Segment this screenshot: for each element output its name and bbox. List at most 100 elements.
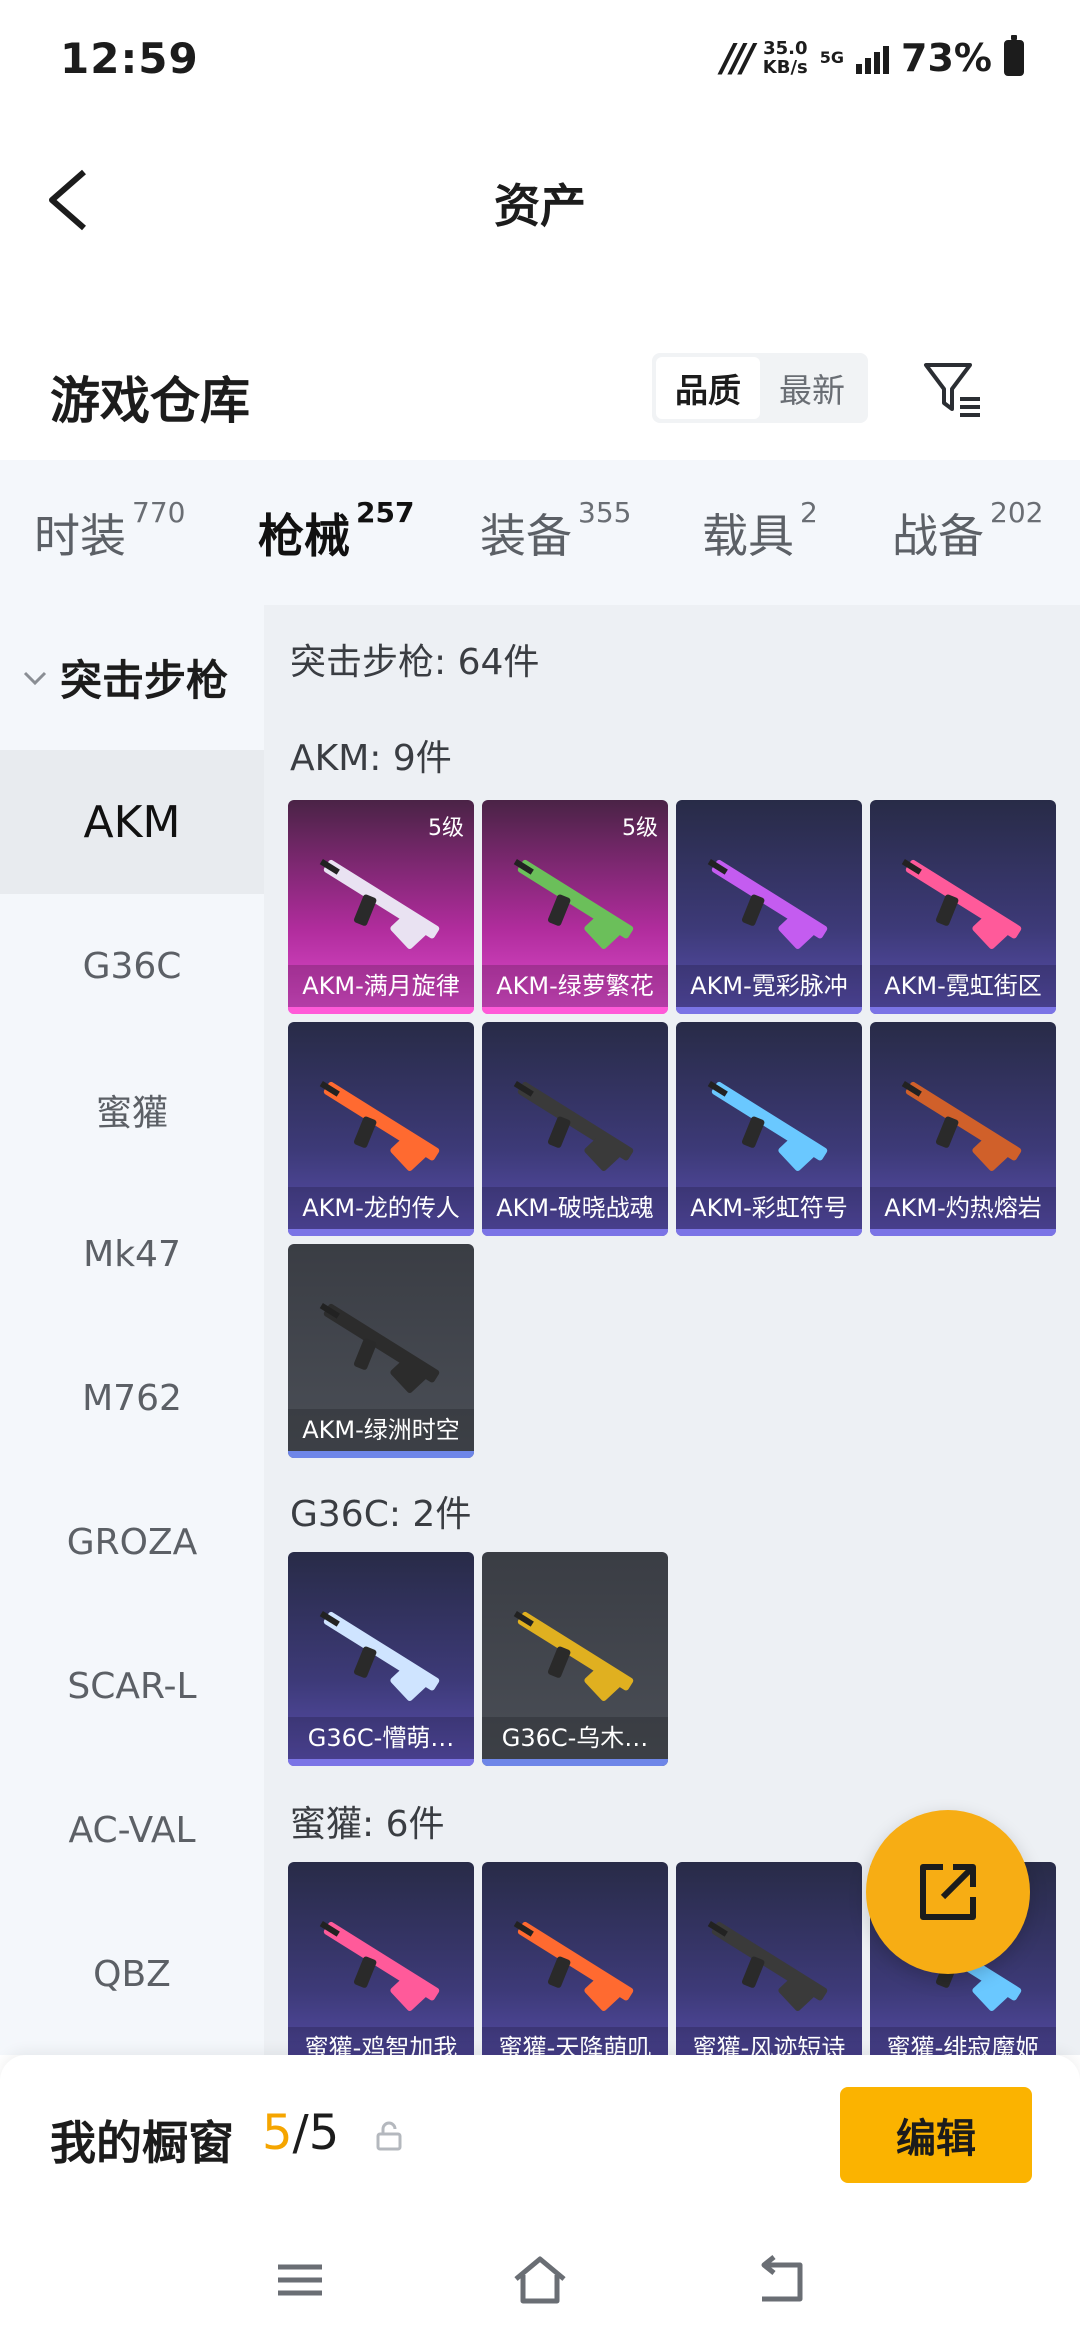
- item-name: AKM-霓虹街区: [870, 965, 1056, 1007]
- sidebar-item-groza[interactable]: GROZA: [0, 1470, 264, 1614]
- rarity-bar: [288, 1451, 474, 1458]
- item-name: G36C-懵萌…: [288, 1717, 474, 1759]
- sidebar-item-m762[interactable]: M762: [0, 1326, 264, 1470]
- item-name: AKM-满月旋律: [288, 965, 474, 1007]
- rarity-bar: [676, 1007, 862, 1014]
- weapon-image-icon: [513, 858, 634, 949]
- rarity-bar: [870, 1007, 1056, 1014]
- weapon-card[interactable]: AKM-灼热熔岩: [870, 1022, 1056, 1236]
- weapon-image-icon: [513, 1920, 634, 2011]
- weapon-card[interactable]: 蜜獾-鸡智加我: [288, 1862, 474, 2055]
- rarity-bar: [482, 1007, 668, 1014]
- item-name: 蜜獾-风迹短诗: [676, 2027, 862, 2055]
- item-name: 蜜獾-天降萌叽: [482, 2027, 668, 2055]
- menu-icon[interactable]: [272, 2255, 328, 2305]
- weapon-card[interactable]: AKM-霓虹街区: [870, 800, 1056, 1014]
- carrier-logo-icon: ///: [721, 36, 755, 80]
- tab-vehicles[interactable]: 载具 2: [702, 496, 818, 566]
- network-type: 5G: [819, 48, 845, 67]
- chevron-down-icon: [23, 671, 47, 685]
- network-speed: 35.0 KB/s: [762, 38, 808, 78]
- weapon-image-icon: [707, 858, 828, 949]
- share-fab[interactable]: [866, 1810, 1030, 1974]
- section-header-honey-badger: 蜜獾: 6件: [290, 1804, 445, 1845]
- sidebar-item-qbz[interactable]: QBZ: [0, 1902, 264, 2046]
- weapon-image-icon: [319, 1302, 440, 1393]
- item-level: 5级: [622, 816, 658, 841]
- item-name: AKM-龙的传人: [288, 1187, 474, 1229]
- weapon-image-icon: [319, 858, 440, 949]
- weapon-card[interactable]: G36C-懵萌…: [288, 1552, 474, 1766]
- weapon-image-icon: [319, 1080, 440, 1171]
- weapon-card[interactable]: AKM-破晓战魂: [482, 1022, 668, 1236]
- home-icon[interactable]: [512, 2255, 568, 2305]
- weapon-image-icon: [901, 858, 1022, 949]
- lock-icon: [376, 2121, 402, 2151]
- app-header: 资产: [0, 120, 1080, 280]
- weapon-image-icon: [707, 1080, 828, 1171]
- warehouse-bar: 游戏仓库 品质 最新: [0, 345, 1080, 455]
- weapon-image-icon: [513, 1080, 634, 1171]
- rarity-bar: [482, 1759, 668, 1766]
- weapon-image-icon: [319, 1920, 440, 2011]
- item-name: G36C-乌木…: [482, 1717, 668, 1759]
- battery-percent: 73%: [901, 36, 992, 80]
- item-level: 5级: [428, 816, 464, 841]
- signal-icon: [856, 42, 890, 74]
- status-icons: /// 35.0 KB/s 5G 73%: [721, 35, 1024, 80]
- weapon-card[interactable]: G36C-乌木…: [482, 1552, 668, 1766]
- sidebar-item-mk47[interactable]: Mk47: [0, 1182, 264, 1326]
- weapon-image-icon: [319, 1610, 440, 1701]
- showcase-title: 我的橱窗: [50, 2116, 234, 2170]
- edit-showcase-button[interactable]: 编辑: [840, 2087, 1032, 2183]
- sort-quality-button[interactable]: 品质: [656, 357, 760, 419]
- item-name: AKM-彩虹符号: [676, 1187, 862, 1229]
- item-name: AKM-霓彩脉冲: [676, 965, 862, 1007]
- rarity-bar: [288, 1007, 474, 1014]
- weapon-sidebar: 突击步枪 AKM G36C 蜜獾 Mk47 M762 GROZA SCAR-L …: [0, 605, 264, 2055]
- weapon-image-icon: [513, 1610, 634, 1701]
- status-bar: 12:59 /// 35.0 KB/s 5G 73%: [0, 0, 1080, 120]
- weapon-card[interactable]: AKM-绿洲时空: [288, 1244, 474, 1458]
- weapon-card[interactable]: 蜜獾-风迹短诗: [676, 1862, 862, 2055]
- item-name: AKM-绿萝繁花: [482, 965, 668, 1007]
- sidebar-item-g36c[interactable]: G36C: [0, 894, 264, 1038]
- showcase-count: 5/5: [262, 2105, 340, 2161]
- item-name: AKM-灼热熔岩: [870, 1187, 1056, 1229]
- weapon-card[interactable]: AKM-龙的传人: [288, 1022, 474, 1236]
- sidebar-group-assault-rifles[interactable]: 突击步枪: [0, 605, 264, 750]
- rarity-bar: [676, 1229, 862, 1236]
- rarity-bar: [870, 1229, 1056, 1236]
- category-tabs: 时装 770 枪械 257 装备 355 载具 2 战备 202: [0, 460, 1080, 616]
- rarity-bar: [288, 1229, 474, 1236]
- rarity-bar: [288, 1759, 474, 1766]
- sidebar-item-akm[interactable]: AKM: [0, 750, 264, 894]
- sort-toggle: 品质 最新: [652, 353, 868, 423]
- tab-firearms[interactable]: 枪械 257: [258, 496, 414, 616]
- weapon-image-icon: [707, 1920, 828, 2011]
- sidebar-item-honey-badger[interactable]: 蜜獾: [0, 1038, 264, 1182]
- tab-equipment[interactable]: 装备 355: [480, 496, 631, 566]
- sidebar-item-scar-l[interactable]: SCAR-L: [0, 1614, 264, 1758]
- section-header-g36c: G36C: 2件: [290, 1494, 472, 1535]
- tab-fashion[interactable]: 时装 770: [34, 496, 185, 566]
- section-header-akm: AKM: 9件: [290, 738, 452, 779]
- showcase-bar: 我的橱窗 5/5 编辑: [0, 2055, 1080, 2215]
- page-title: 资产: [494, 179, 586, 233]
- item-name: 蜜獾-鸡智加我: [288, 2027, 474, 2055]
- weapon-card[interactable]: AKM-霓彩脉冲: [676, 800, 862, 1014]
- back-nav-icon[interactable]: [752, 2255, 808, 2305]
- tab-supplies[interactable]: 战备 202: [892, 496, 1043, 566]
- weapon-card[interactable]: 5级 AKM-满月旋律: [288, 800, 474, 1014]
- weapon-card[interactable]: 5级 AKM-绿萝繁花: [482, 800, 668, 1014]
- item-name: 蜜獾-绯寂魔姬: [870, 2027, 1056, 2055]
- sort-newest-button[interactable]: 最新: [760, 357, 864, 419]
- weapon-card[interactable]: 蜜獾-天降萌叽: [482, 1862, 668, 2055]
- weapon-card[interactable]: AKM-彩虹符号: [676, 1022, 862, 1236]
- item-name: AKM-绿洲时空: [288, 1409, 474, 1451]
- share-export-icon: [920, 1864, 976, 1920]
- sidebar-item-ac-val[interactable]: AC-VAL: [0, 1758, 264, 1902]
- system-nav-bar: [0, 2215, 1080, 2344]
- battery-icon: [1004, 35, 1024, 76]
- filter-icon[interactable]: [920, 357, 984, 421]
